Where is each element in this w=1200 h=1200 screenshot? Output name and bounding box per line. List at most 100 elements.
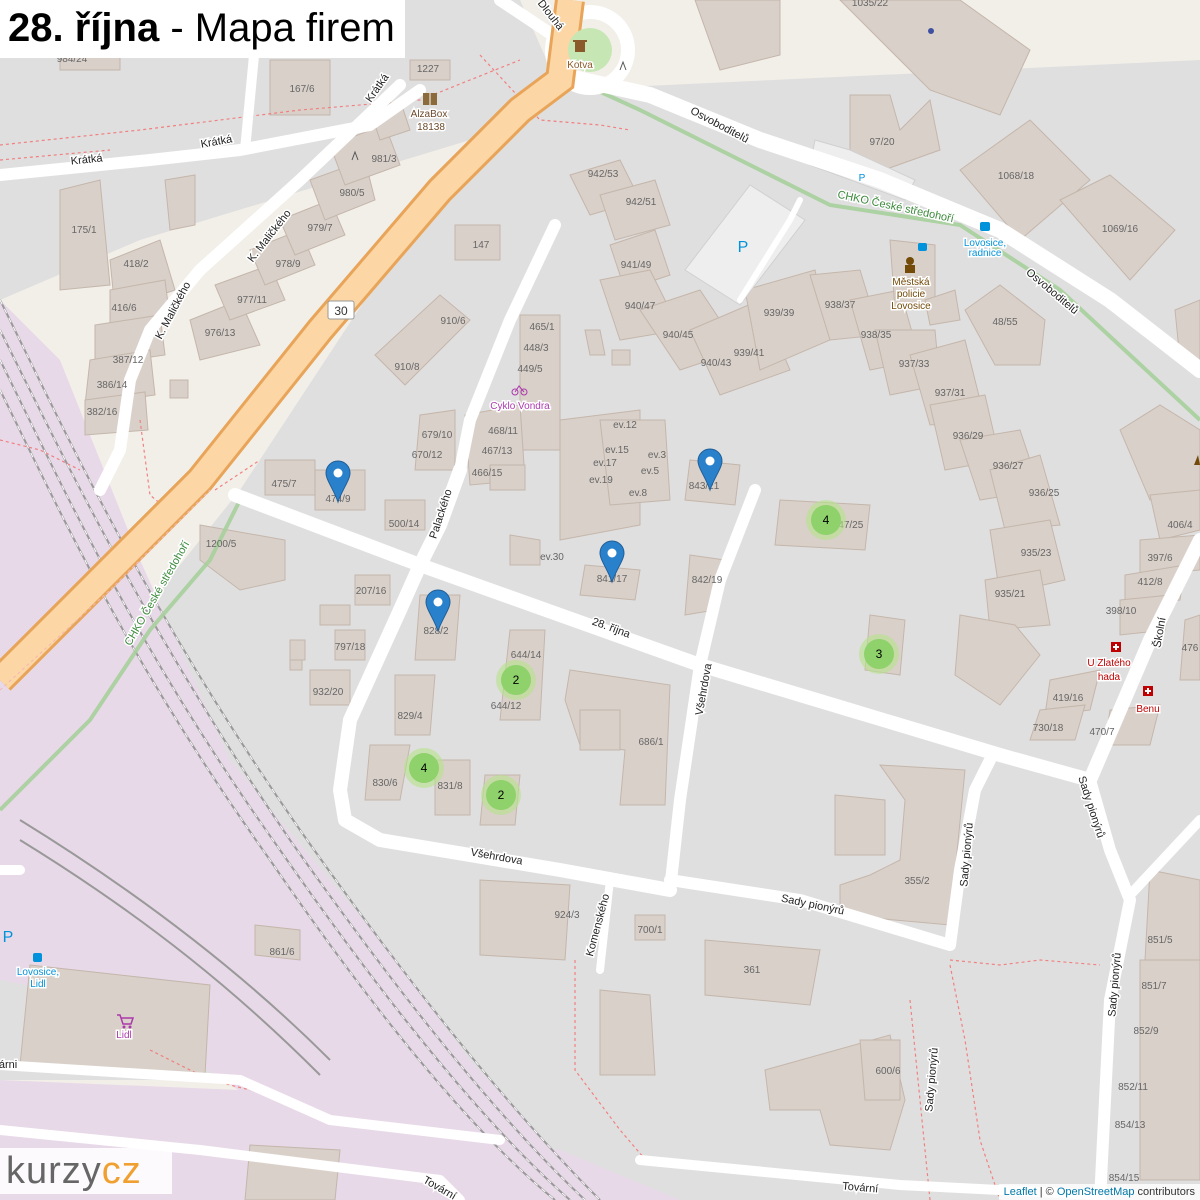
cluster-count: 2 [498,788,505,802]
marker-cluster[interactable]: 3 [859,634,899,674]
house-number: 1227 [417,64,440,75]
house-number: 500/14 [389,519,420,530]
house-number: 941/49 [621,260,652,271]
house-number: 937/33 [899,359,930,370]
pharmacy-icon [1143,686,1153,696]
poi-label: hada [1098,672,1121,683]
house-number: 466/15 [472,468,503,479]
house-number: 48/55 [992,317,1017,328]
logo-part1: kurzy [6,1150,102,1192]
house-number: 924/3 [554,910,579,921]
house-number: 939/39 [764,308,795,319]
house-number: 938/37 [825,300,856,311]
house-number: 910/6 [440,316,465,327]
poi-label: Lovosice [891,301,931,312]
house-number: 476 [1182,643,1199,654]
house-number: 644/12 [491,701,522,712]
poi-label: Kotva [567,60,593,71]
poi-label: Benu [1136,704,1159,715]
house-number: 387/12 [113,355,144,366]
house-number: 686/1 [638,737,663,748]
house-number: 700/1 [637,925,662,936]
marker-cluster[interactable]: 4 [404,748,444,788]
house-number: 386/14 [97,380,128,391]
house-number: 207/16 [356,586,387,597]
poi-label: Městská [892,277,930,288]
house-number: 936/29 [953,431,984,442]
poi-label: Cyklo Vondra [490,401,550,412]
title-rest: - Mapa firem [159,6,395,50]
cluster-count: 3 [876,647,883,661]
parking-label: P [738,239,749,256]
house-number: 467/13 [482,446,513,457]
cluster-count: 4 [421,761,428,775]
map-pin-dot [705,456,715,466]
house-number: 448/3 [523,343,548,354]
house-number: 355/2 [904,876,929,887]
house-number: ev.12 [613,420,637,431]
map-pin-dot [607,548,617,558]
attribution-contrib: contributors [1134,1186,1195,1198]
house-number: 979/7 [307,223,332,234]
house-number: ev.5 [641,466,660,477]
parking-label: P [3,929,14,946]
marker-cluster[interactable]: 4 [806,500,846,540]
house-number: 980/5 [339,188,364,199]
leaflet-link[interactable]: Leaflet [1004,1186,1037,1198]
house-number: 910/8 [394,362,419,373]
map-canvas[interactable]: 28. říjnaPalackéhoVšehrdovaVšehrdovaSady… [0,0,1200,1200]
map-pin-dot [333,468,343,478]
house-number: 851/7 [1141,981,1166,992]
marker-cluster[interactable]: 2 [481,775,521,815]
title-street: 28. října [8,6,160,50]
house-number: 397/6 [1147,553,1172,564]
cluster-count: 4 [823,513,830,527]
police-icon [905,257,915,273]
house-number: 842/19 [692,575,723,586]
house-number: 829/4 [397,711,422,722]
house-number: 470/7 [1089,727,1114,738]
house-number: 940/45 [663,330,694,341]
house-number: 852/11 [1118,1082,1148,1093]
page-title: 28. října - Mapa firem [0,0,405,58]
house-number: 938/35 [861,330,892,341]
house-number: 600/6 [875,1066,900,1077]
anchor-icon [573,40,587,52]
kurzy-logo[interactable]: kurzycz [0,1148,172,1194]
road-shield-30: 30 [327,300,355,320]
house-number: 935/21 [995,589,1026,600]
house-number: 932/20 [313,687,344,698]
bus-stop-icon [33,953,42,962]
house-number: ev.30 [540,552,564,563]
map-attribution: Leaflet | © OpenStreetMap contributors [998,1184,1200,1200]
poi-label: Lovosice, [17,967,59,978]
house-number: 418/2 [123,259,148,270]
house-number: 1068/18 [998,171,1035,182]
house-number: 981/3 [371,154,396,165]
house-number: 797/18 [335,642,366,653]
house-number: 412/8 [1137,577,1162,588]
house-number: 644/14 [511,650,542,661]
poi-label: 18138 [417,122,445,133]
osm-link[interactable]: OpenStreetMap [1057,1186,1135,1198]
poi-label: policie [897,289,926,300]
house-number: 854/15 [1109,1173,1140,1184]
house-number: 976/13 [205,328,236,339]
parking-label: P [859,173,866,184]
poi-label: radnice [969,248,1002,259]
marker-cluster[interactable]: 2 [496,660,536,700]
house-number: 851/5 [1147,935,1172,946]
house-number: 382/16 [87,407,118,418]
map-pin-dot [433,597,443,607]
poi-label: Lidl [116,1030,132,1041]
house-number: 449/5 [517,364,542,375]
house-number: 977/11 [237,295,267,306]
house-number: 175/1 [71,225,96,236]
poi-label: AlzaBox [411,109,448,120]
poi-label: Lidl [30,979,46,990]
house-number: ev.8 [629,488,648,499]
house-number: 936/25 [1029,488,1060,499]
road-shield-label: 30 [334,304,348,318]
poi-label: U Zlatého [1087,658,1131,669]
house-number: 475/7 [271,479,296,490]
